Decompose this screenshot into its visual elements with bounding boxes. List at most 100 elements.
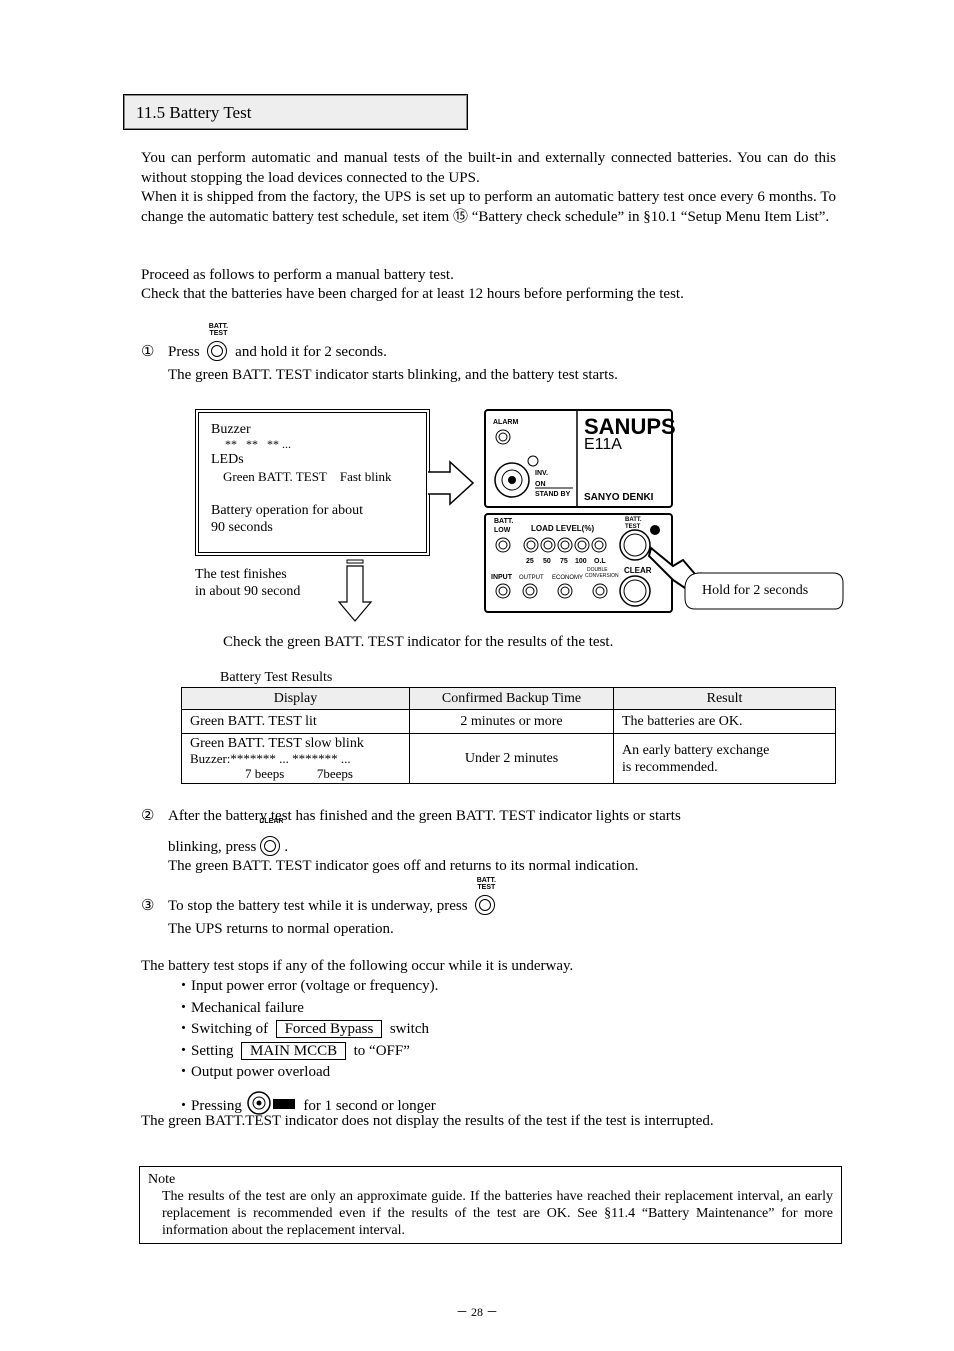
display-cell: Green BATT. TEST slow blink Buzzer:*****… — [181, 733, 410, 784]
page: 11.5 Battery Test You can perform automa… — [0, 0, 954, 1351]
step-text: The green BATT. TEST indicator goes off … — [168, 858, 639, 874]
inv-label: INV. — [535, 470, 548, 477]
stops-intro: The battery test stops if any of the fol… — [141, 958, 574, 974]
led-state: Fast blink — [339, 469, 392, 484]
step-number: ② — [141, 808, 155, 824]
table-caption: Battery Test Results — [220, 670, 333, 685]
callout-text: Hold for 2 seconds — [702, 583, 808, 598]
on-label: ON — [535, 481, 546, 488]
item-text: to “OFF” — [353, 1042, 410, 1059]
test-status-box: Buzzer ** ** ** ... LEDs Green BATT. TES… — [198, 412, 427, 553]
batt-test-led-blinking-icon — [650, 525, 660, 535]
forced-bypass-switch-label: Forced Bypass — [275, 1020, 383, 1038]
right-arrow-icon — [428, 460, 475, 506]
batt-low-label: LOW — [494, 527, 511, 534]
list-item: ・Input power error (voltage or frequency… — [176, 978, 439, 994]
step-text: . — [284, 838, 289, 855]
operation-text: Battery operation for about — [211, 503, 364, 518]
result-cell: An early battery exchange is recommended… — [613, 733, 836, 784]
load-tick: 50 — [543, 558, 551, 565]
step-text: After the battery test has finished and … — [168, 808, 681, 824]
finish-note: The test finishes — [195, 567, 287, 582]
alarm-label: ALARM — [493, 419, 518, 426]
main-mccb-label: MAIN MCCB — [241, 1041, 347, 1060]
step-text: The UPS returns to normal operation. — [168, 920, 394, 937]
step-text: Press — [168, 344, 200, 360]
cell-line: An early battery exchange — [622, 742, 770, 758]
operation-text: 90 seconds — [211, 520, 273, 535]
led-name: Green BATT. TEST — [223, 469, 327, 484]
cell-line: 7 beeps 7beeps — [245, 766, 353, 781]
list-item: ・Mechanical failure — [176, 999, 304, 1016]
buzzer-pattern: ** ** ** ... — [225, 437, 291, 451]
list-item: ・Output power overload — [176, 1064, 331, 1080]
load-tick: 25 — [526, 558, 534, 565]
double-conversion-label: CONVERSION — [585, 573, 619, 579]
step-3: ③ To stop the battery test while it is un… — [141, 877, 836, 939]
cell-line: is recommended. — [622, 759, 718, 775]
button-label: BATT. TEST — [476, 877, 496, 891]
item-text: switch — [389, 1021, 430, 1037]
time-cell: 2 minutes or more — [409, 709, 614, 734]
load-tick: 75 — [560, 558, 568, 565]
clear-button-icon: CLEAR — [259, 818, 283, 856]
table-row: Green BATT. TEST slow blink Buzzer:*****… — [181, 733, 836, 784]
step-2: ② After the battery test has finished and… — [141, 807, 836, 877]
batt-test-label: TEST — [625, 524, 641, 530]
check-text: Check the green BATT. TEST indicator for… — [223, 634, 614, 650]
load-level-label: LOAD LEVEL(%) — [531, 524, 594, 533]
output-label: OUTPUT — [519, 575, 544, 581]
maker-logo: SANYO DENKI — [584, 492, 654, 503]
step-number: ③ — [141, 898, 155, 914]
button-label: CLEAR — [259, 817, 284, 825]
standby-label: STAND BY — [535, 491, 571, 498]
batt-test-button-icon: BATT. TEST — [475, 877, 496, 915]
step-1: ① Press BATT. TEST and hold it for 2 seco… — [141, 323, 836, 385]
batt-test-button-icon: BATT. TEST — [207, 323, 228, 361]
results-table: Display Confirmed Backup Time Result Gre… — [181, 687, 836, 784]
input-label: INPUT — [491, 574, 513, 581]
clear-label: CLEAR — [624, 566, 652, 575]
section-title: 11.5 Battery Test — [123, 94, 468, 130]
page-number: － 28 － — [455, 1305, 498, 1319]
item-text: ・Setting — [176, 1042, 234, 1059]
stop-conditions-list: ・Input power error (voltage or frequency… — [176, 976, 438, 1117]
step-text: blinking, press — [168, 838, 257, 855]
load-tick: 100 — [575, 558, 587, 565]
leds-label: LEDs — [211, 452, 244, 467]
finish-note: in about 90 second — [195, 584, 301, 599]
time-cell: Under 2 minutes — [409, 733, 614, 784]
intro-paragraph-2: When it is shipped from the factory, the… — [141, 189, 836, 225]
batt-low-label: BATT. — [494, 518, 513, 525]
table-row: Green BATT. TEST lit 2 minutes or more T… — [181, 709, 836, 734]
step-text: The green BATT. TEST indicator starts bl… — [168, 366, 618, 383]
stops-outro: The green BATT.TEST indicator does not d… — [141, 1113, 714, 1129]
button-label: BATT. TEST — [208, 323, 229, 337]
model-name: E11A — [584, 436, 622, 453]
cell-line: Green BATT. TEST slow blink — [190, 736, 364, 751]
down-arrow-icon — [338, 559, 373, 622]
step-number: ① — [141, 344, 155, 360]
column-header: Result — [613, 687, 836, 710]
note-text: The results of the test are only an appr… — [162, 1189, 833, 1238]
column-header: Confirmed Backup Time — [409, 687, 614, 710]
buzzer-label: Buzzer — [211, 422, 251, 437]
note-box: Note The results of the test are only an… — [139, 1166, 842, 1244]
step-text: and hold it for 2 seconds. — [235, 344, 387, 360]
column-header: Display — [181, 687, 410, 710]
intro-paragraph-3: Proceed as follows to perform a manual b… — [141, 267, 454, 283]
result-cell: The batteries are OK. — [613, 709, 836, 734]
note-label: Note — [148, 1172, 176, 1187]
list-item: ・Switching of Forced Bypass switch — [176, 1019, 438, 1041]
display-cell: Green BATT. TEST lit — [181, 709, 410, 734]
table-header-row: Display Confirmed Backup Time Result — [181, 687, 836, 710]
cell-line: Buzzer:******* ... ******* ... — [190, 751, 351, 766]
item-text: ・Switching of — [176, 1021, 269, 1037]
step-text: To stop the battery test while it is und… — [168, 898, 468, 914]
intro-paragraph-1: You can perform automatic and manual tes… — [141, 150, 836, 186]
list-item: ・Setting MAIN MCCB to “OFF” — [176, 1041, 438, 1063]
load-tick: O.L — [594, 558, 606, 565]
economy-label: ECONOMY — [552, 575, 583, 581]
intro-paragraph-4: Check that the batteries have been charg… — [141, 286, 684, 302]
ups-front-panel: ALARM INV. ON STAND BY SANUPS E11A SANYO… — [484, 409, 844, 613]
